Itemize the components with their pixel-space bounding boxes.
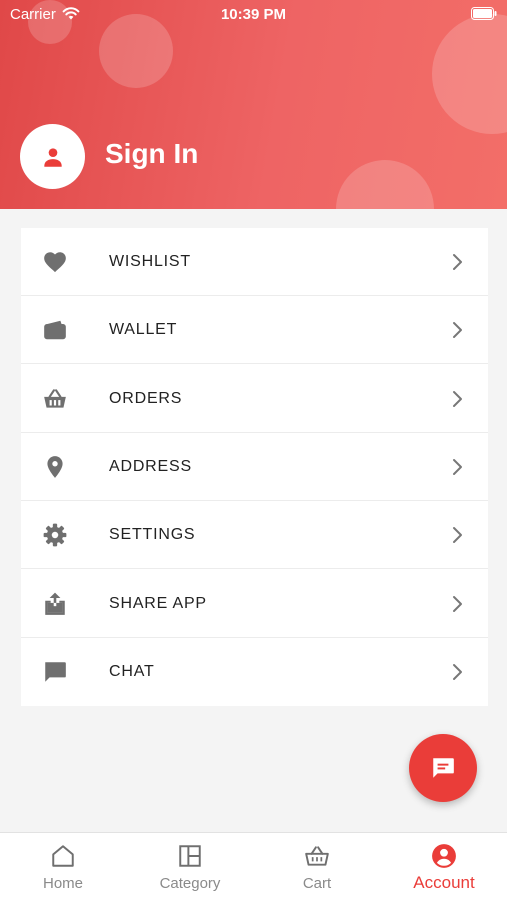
chevron-right-icon	[453, 391, 462, 407]
menu-label: SETTINGS	[109, 526, 196, 543]
tab-home[interactable]: Home	[0, 833, 126, 900]
bottom-tab-bar: Home Category Cart Account	[0, 832, 507, 900]
account-header: Carrier 10:39 PM Sign In	[0, 0, 507, 209]
decorative-bubble	[336, 160, 434, 209]
basket-icon	[305, 846, 329, 866]
tab-label: Home	[42, 875, 83, 892]
menu-item-share-app[interactable]: SHARE APP	[21, 570, 488, 638]
tab-category[interactable]: Category	[127, 833, 253, 900]
status-bar: Carrier 10:39 PM	[0, 0, 507, 28]
tab-cart[interactable]: Cart	[254, 833, 380, 900]
menu-item-address[interactable]: ADDRESS	[21, 433, 488, 501]
tab-label: Cart	[302, 875, 332, 892]
avatar[interactable]	[20, 124, 85, 189]
tab-label: Category	[159, 875, 221, 892]
menu-label: WISHLIST	[109, 253, 191, 270]
menu-label: SHARE APP	[109, 595, 207, 612]
wallet-icon	[44, 320, 66, 340]
decorative-bubble	[432, 14, 507, 134]
menu-item-wallet[interactable]: WALLET	[21, 296, 488, 364]
chat-icon	[45, 662, 66, 682]
menu-label: ORDERS	[109, 390, 183, 407]
category-icon	[179, 845, 201, 867]
menu-item-wishlist[interactable]: WISHLIST	[21, 228, 488, 296]
account-menu: WISHLIST WALLET ORDERS ADDRESS SETTINGS …	[21, 228, 488, 706]
chat-fab-button[interactable]	[409, 734, 477, 802]
account-circle-icon	[432, 844, 456, 868]
chevron-right-icon	[453, 459, 462, 475]
chevron-right-icon	[453, 596, 462, 612]
tab-account[interactable]: Account	[381, 833, 507, 900]
menu-label: CHAT	[109, 663, 155, 680]
chat-bubble-icon	[433, 758, 454, 778]
heart-icon	[44, 252, 66, 273]
basket-icon	[44, 389, 66, 408]
chevron-right-icon	[453, 664, 462, 680]
menu-item-orders[interactable]: ORDERS	[21, 365, 488, 433]
chevron-right-icon	[453, 322, 462, 338]
gear-icon	[43, 523, 67, 547]
location-pin-icon	[47, 456, 63, 478]
tab-label: Account	[413, 873, 475, 892]
menu-item-chat[interactable]: CHAT	[21, 638, 488, 706]
menu-label: ADDRESS	[109, 458, 192, 475]
chevron-right-icon	[453, 527, 462, 543]
chevron-right-icon	[453, 254, 462, 270]
sign-in-title[interactable]: Sign In	[105, 138, 198, 170]
menu-label: WALLET	[109, 321, 178, 338]
status-time: 10:39 PM	[220, 6, 287, 23]
home-icon	[52, 845, 74, 867]
battery-icon	[471, 7, 497, 20]
person-icon	[43, 147, 62, 167]
share-icon	[45, 592, 65, 615]
menu-item-settings[interactable]: SETTINGS	[21, 501, 488, 569]
